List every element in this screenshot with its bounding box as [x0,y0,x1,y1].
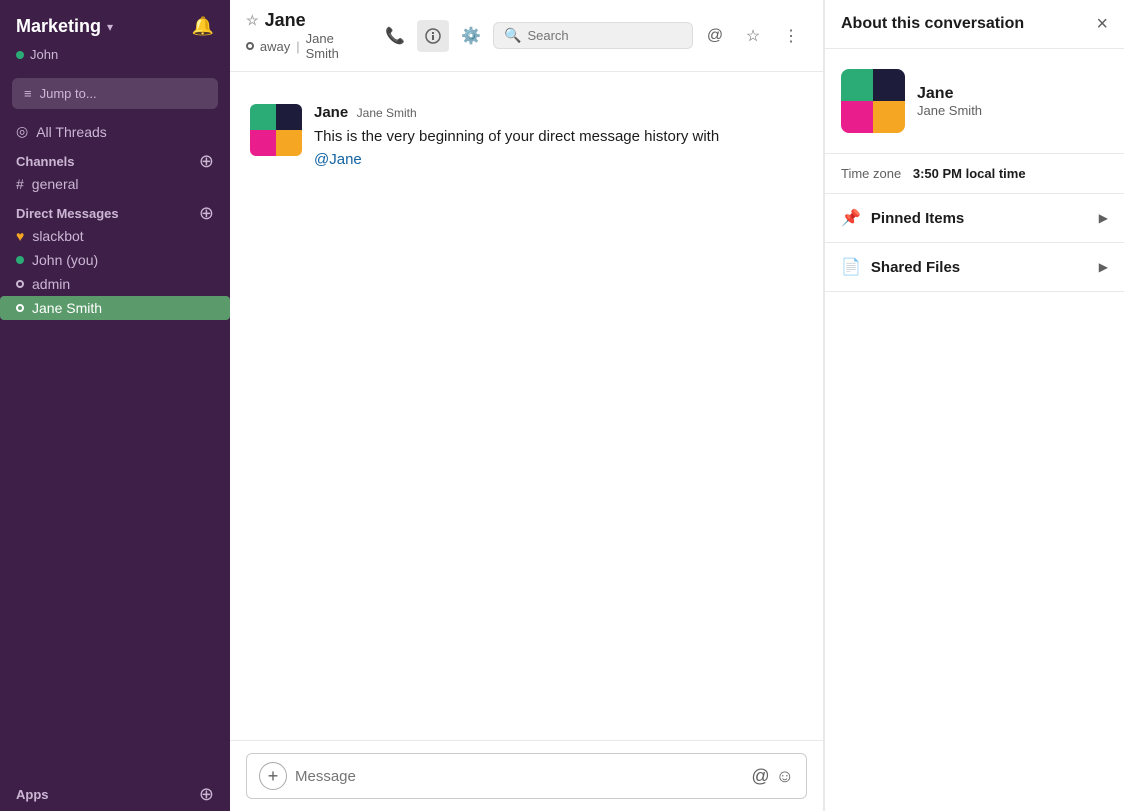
info-button[interactable] [417,20,449,52]
message-row: Jane Jane Smith This is the very beginni… [250,104,803,171]
message-input-area: + @ ☺ [230,740,823,811]
workspace-name-group[interactable]: Marketing ▾ [16,16,113,37]
jump-to-icon: ≡ [24,86,32,101]
message-input[interactable] [295,768,743,785]
mention-button[interactable]: @ [699,20,731,52]
add-channel-button[interactable]: ⊕ [199,152,214,170]
header-away-dot [246,42,254,50]
pinned-items-chevron-icon: ▶ [1099,211,1108,225]
search-input[interactable] [527,28,682,43]
pinned-items-section[interactable]: 📌 Pinned Items ▶ [825,194,1124,243]
shared-files-left: 📄 Shared Files [841,257,960,277]
pinned-items-left: 📌 Pinned Items [841,208,964,228]
timezone-label: Time zone [841,166,901,181]
right-panel-profile: Jane Jane Smith [825,49,1124,154]
all-threads-label: All Threads [36,124,107,140]
slackbot-label: slackbot [32,228,83,244]
pin-icon: 📌 [841,208,861,228]
sidebar-item-slackbot[interactable]: ♥ slackbot [0,224,230,248]
shared-files-section[interactable]: 📄 Shared Files ▶ [825,243,1124,292]
jump-to-label: Jump to... [40,86,97,101]
profile-username: Jane Smith [917,103,982,118]
close-panel-button[interactable]: × [1096,14,1108,34]
right-panel-header: About this conversation × [825,0,1124,49]
shared-files-label: Shared Files [871,259,960,276]
admin-label: admin [32,276,70,292]
message-text: This is the very beginning of your direc… [314,126,803,171]
user-status-dot [16,51,24,59]
chat-title: Jane [265,10,306,31]
channels-section-title: Channels [16,154,75,169]
message-sender-name: Jane [314,104,348,121]
chat-area: Jane Jane Smith This is the very beginni… [230,72,823,740]
admin-status-dot [16,280,24,288]
shared-files-chevron-icon: ▶ [1099,260,1108,274]
more-button[interactable]: ⋮ [775,20,807,52]
sidebar-item-john[interactable]: John (you) [0,248,230,272]
emoji-icon[interactable]: ☺ [776,766,794,787]
sidebar: Marketing ▾ 🔔 John ≡ Jump to... ◎ All Th… [0,0,230,811]
sidebar-item-general[interactable]: # general [0,172,230,196]
john-status-dot [16,256,24,264]
channel-name: general [32,176,79,192]
call-button[interactable]: 📞 [379,20,411,52]
header-subtitle: away | Jane Smith [246,31,369,61]
settings-button[interactable]: ⚙️ [455,20,487,52]
add-app-button[interactable]: ⊕ [199,785,214,803]
search-icon: 🔍 [504,27,521,44]
dm-section-title: Direct Messages [16,206,119,221]
add-attachment-button[interactable]: + [259,762,287,790]
workspace-chevron-icon: ▾ [107,20,113,34]
channel-hash-icon: # [16,176,24,192]
profile-name: Jane [917,85,982,103]
sidebar-item-admin[interactable]: admin [0,272,230,296]
apps-section: Apps ⊕ [0,773,230,811]
right-panel-title: About this conversation [841,15,1024,33]
star-icon[interactable]: ☆ [246,12,259,29]
header-username: Jane Smith [306,31,369,61]
message-input-box: + @ ☺ [246,753,807,799]
star-button[interactable]: ☆ [737,20,769,52]
at-mention-icon[interactable]: @ [751,766,769,787]
dm-section-header: Direct Messages ⊕ [0,196,230,224]
channels-section-header: Channels ⊕ [0,144,230,172]
profile-info: Jane Jane Smith [917,85,982,118]
sidebar-item-all-threads[interactable]: ◎ All Threads [0,119,230,144]
header-actions: 📞 ⚙️ 🔍 @ ☆ ⋮ [379,20,807,52]
message-content: Jane Jane Smith This is the very beginni… [314,104,803,171]
jane-status-dot [16,304,24,312]
search-box[interactable]: 🔍 [493,22,693,49]
timezone-row: Time zone 3:50 PM local time [825,154,1124,194]
sidebar-item-jane-smith[interactable]: Jane Smith [0,296,230,320]
message-body: This is the very beginning of your direc… [314,128,719,145]
slackbot-heart-icon: ♥ [16,228,24,244]
message-mention[interactable]: @Jane [314,151,362,168]
right-panel: About this conversation × Jane Jane Smit… [824,0,1124,811]
file-icon: 📄 [841,257,861,277]
main-content: ☆ Jane away | Jane Smith 📞 ⚙️ 🔍 [230,0,824,811]
apps-label: Apps [16,787,49,802]
header-title-group: ☆ Jane away | Jane Smith [246,10,369,61]
message-input-icons: @ ☺ [751,766,794,787]
threads-icon: ◎ [16,123,28,140]
profile-avatar [841,69,905,133]
jane-smith-label: Jane Smith [32,300,102,316]
message-avatar [250,104,302,156]
message-sender-username: Jane Smith [357,106,417,120]
main-header: ☆ Jane away | Jane Smith 📞 ⚙️ 🔍 [230,0,823,72]
pinned-items-label: Pinned Items [871,210,964,227]
sidebar-header: Marketing ▾ 🔔 [0,0,230,45]
add-dm-button[interactable]: ⊕ [199,204,214,222]
jump-to-button[interactable]: ≡ Jump to... [12,78,218,109]
sidebar-username: John [30,47,58,62]
workspace-name: Marketing [16,16,101,37]
john-label: John (you) [32,252,98,268]
header-title: ☆ Jane [246,10,369,31]
message-header: Jane Jane Smith [314,104,803,122]
timezone-time: 3:50 PM local time [913,166,1026,181]
bell-icon[interactable]: 🔔 [192,16,214,37]
header-away-label: away [260,39,290,54]
sidebar-user: John [0,45,230,74]
message-intro: Jane Jane Smith This is the very beginni… [250,88,803,179]
